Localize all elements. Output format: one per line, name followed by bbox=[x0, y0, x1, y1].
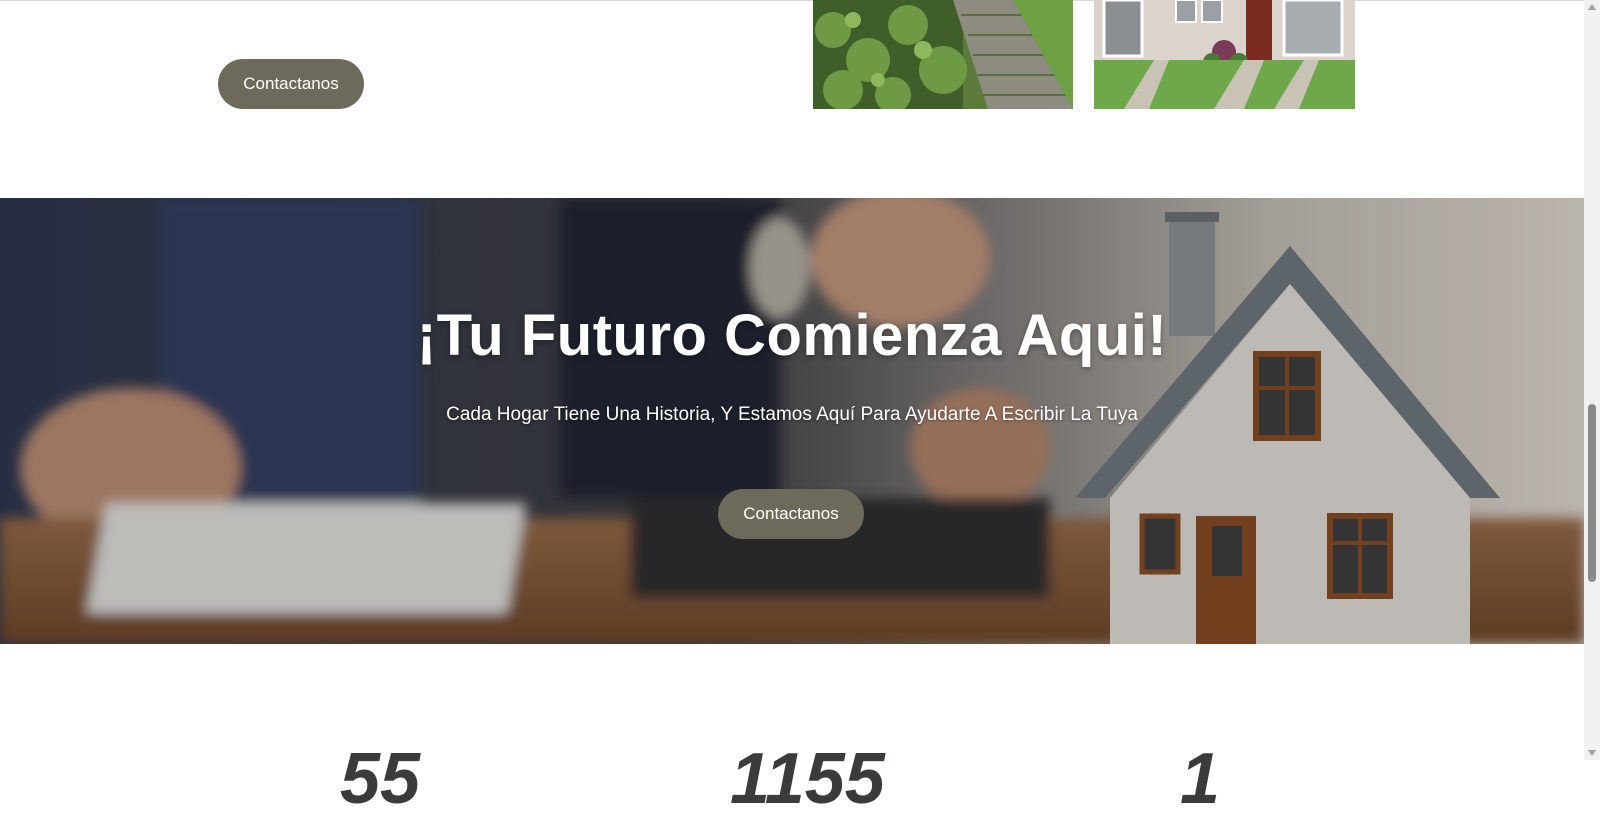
contact-button-hero[interactable]: Contactanos bbox=[718, 489, 864, 539]
scroll-up-arrow-icon[interactable] bbox=[1588, 4, 1596, 10]
hero-subtitle: Cada Hogar Tiene Una Historia, Y Estamos… bbox=[446, 404, 1138, 425]
stat-value-1: 55 bbox=[340, 739, 421, 819]
scrollbar-thumb[interactable] bbox=[1588, 404, 1596, 582]
hero-title: ¡Tu Futuro Comienza Aqui! bbox=[416, 303, 1168, 368]
stat-value-3: 1 bbox=[1180, 739, 1221, 819]
house-front-photo bbox=[1094, 0, 1355, 109]
stats-row: 55 1155 1 bbox=[0, 738, 1584, 819]
scroll-down-arrow-icon[interactable] bbox=[1588, 750, 1596, 756]
garden-path-photo bbox=[813, 0, 1073, 109]
stat-value-2: 1155 bbox=[730, 739, 885, 819]
contact-button-top[interactable]: Contactanos bbox=[218, 59, 364, 109]
page-scrollbar[interactable] bbox=[1584, 0, 1600, 760]
